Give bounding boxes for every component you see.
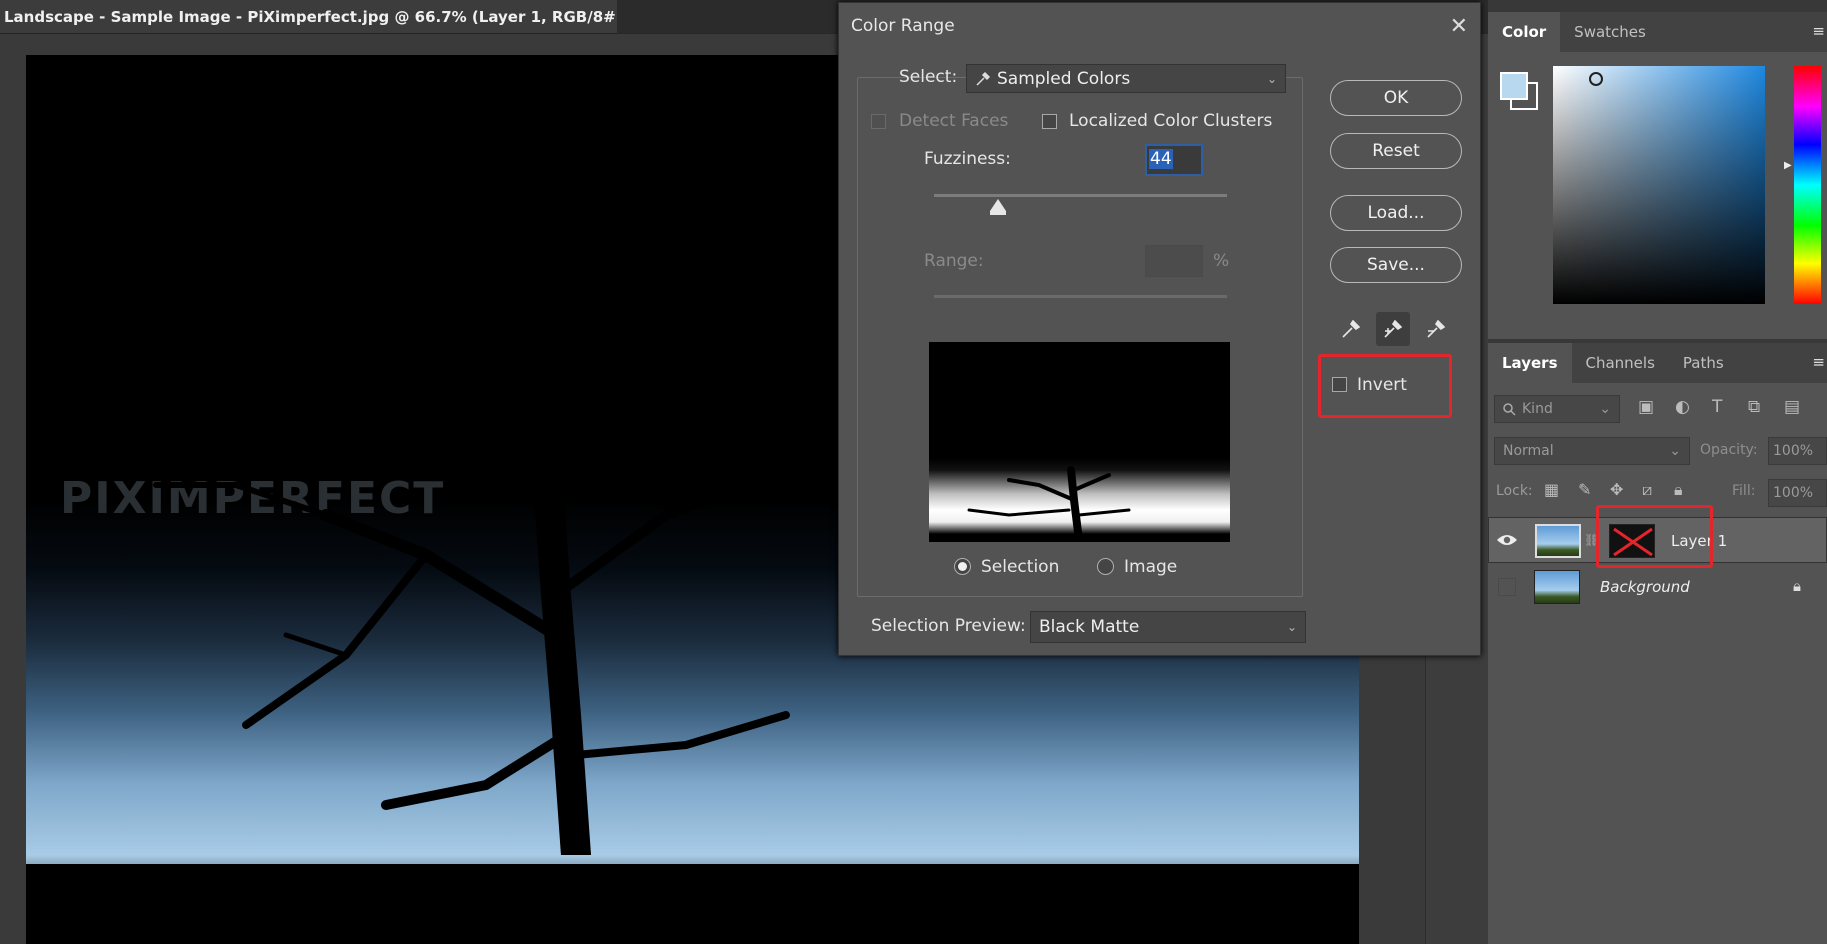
- detect-faces-checkbox[interactable]: [871, 114, 886, 129]
- color-panel-tabs: Color Swatches: [1488, 12, 1827, 52]
- document-tab-title: Landscape - Sample Image - PiXimperfect.…: [4, 7, 636, 26]
- load-button[interactable]: Load...: [1330, 195, 1462, 231]
- layer-filter-dropdown[interactable]: Kind ⌄: [1494, 395, 1620, 423]
- fuzziness-value: 44: [1149, 149, 1173, 169]
- fuzziness-input[interactable]: 44: [1145, 144, 1203, 176]
- background-layer-name[interactable]: Background: [1600, 578, 1690, 596]
- shape-filter-icon[interactable]: ⧉: [1748, 397, 1760, 417]
- sampled-eyedropper-icon: [976, 71, 991, 86]
- adjustment-filter-icon[interactable]: ◐: [1675, 397, 1690, 417]
- color-range-dialog: Color Range ✕ Select: Sampled Colors ⌄ D…: [838, 2, 1481, 656]
- invert-checkbox[interactable]: [1332, 377, 1347, 392]
- panel-top-strip: [1488, 0, 1827, 12]
- lock-artboard-icon[interactable]: ⧄: [1642, 480, 1652, 500]
- eyedropper-minus-icon[interactable]: [1419, 312, 1453, 346]
- color-panel-menu-icon[interactable]: ≡: [1812, 22, 1825, 40]
- selection-preview-label: Selection Preview:: [871, 616, 1026, 636]
- color-picker-field[interactable]: [1553, 66, 1765, 304]
- chevron-down-icon: ⌄: [1599, 401, 1611, 417]
- layer-row-background[interactable]: Background 🔒︎: [1488, 564, 1827, 610]
- image-radio-label: Image: [1124, 557, 1178, 577]
- pixel-filter-icon[interactable]: ▣: [1638, 397, 1654, 417]
- type-filter-icon[interactable]: T: [1712, 397, 1722, 417]
- ok-button[interactable]: OK: [1330, 80, 1462, 116]
- lock-transparent-icon[interactable]: ▦: [1544, 480, 1559, 499]
- layers-panel-tabs: Layers Channels Paths: [1488, 339, 1827, 383]
- layers-panel-menu-icon[interactable]: ≡: [1812, 353, 1825, 371]
- hue-slider-marker[interactable]: ▶: [1784, 160, 1792, 171]
- lock-icon: 🔒︎: [1793, 577, 1801, 595]
- right-panels: Color Swatches ≡ ▶ Layers Channels Paths…: [1488, 0, 1827, 944]
- eyedropper-icon[interactable]: [1334, 312, 1368, 346]
- tab-color[interactable]: Color: [1488, 12, 1561, 52]
- layer-filter-value: Kind: [1522, 401, 1553, 417]
- ground-silhouette: [26, 864, 1359, 944]
- color-picker-ring[interactable]: [1589, 72, 1603, 86]
- tab-paths[interactable]: Paths: [1669, 343, 1738, 383]
- detect-faces-label: Detect Faces: [899, 111, 1009, 131]
- eye-icon[interactable]: [1495, 530, 1519, 550]
- save-button[interactable]: Save...: [1330, 247, 1462, 283]
- eyedropper-plus-icon[interactable]: [1376, 312, 1410, 346]
- chevron-down-icon: ⌄: [1286, 620, 1297, 634]
- range-label: Range:: [924, 251, 984, 271]
- background-thumbnail[interactable]: [1534, 570, 1580, 604]
- visibility-toggle[interactable]: [1498, 578, 1516, 596]
- fill-input[interactable]: 100%: [1768, 479, 1827, 507]
- range-slider-track[interactable]: [934, 295, 1227, 298]
- localized-clusters-label: Localized Color Clusters: [1069, 111, 1273, 131]
- fill-label: Fill:: [1732, 483, 1756, 499]
- dialog-title-bar[interactable]: Color Range ✕: [839, 3, 1480, 49]
- lock-all-icon[interactable]: 🔒︎: [1674, 480, 1683, 500]
- dialog-title: Color Range: [851, 16, 955, 36]
- selection-radio[interactable]: [954, 558, 971, 575]
- reset-button[interactable]: Reset: [1330, 133, 1462, 169]
- fuzziness-slider-track[interactable]: [934, 194, 1227, 197]
- chevron-down-icon: ⌄: [1266, 71, 1277, 86]
- tab-layers[interactable]: Layers: [1488, 343, 1572, 383]
- chevron-down-icon: ⌄: [1669, 443, 1681, 459]
- select-label: Select:: [899, 67, 958, 87]
- selection-preview-image: [929, 342, 1230, 542]
- opacity-input[interactable]: 100%: [1768, 437, 1827, 465]
- hue-slider[interactable]: [1794, 66, 1821, 304]
- lock-label: Lock:: [1496, 483, 1533, 499]
- fuzziness-slider-thumb[interactable]: [990, 199, 1007, 215]
- mask-highlight-box: [1596, 505, 1713, 568]
- search-icon: [1503, 402, 1516, 416]
- lock-position-icon[interactable]: ✥: [1610, 480, 1623, 499]
- select-value: Sampled Colors: [997, 68, 1131, 89]
- lock-brush-icon[interactable]: ✎: [1578, 480, 1591, 499]
- fuzziness-label: Fuzziness:: [924, 149, 1011, 169]
- dialog-close-icon[interactable]: ✕: [1450, 14, 1468, 39]
- selection-preview-dropdown[interactable]: Black Matte ⌄: [1030, 611, 1306, 643]
- range-unit: %: [1213, 251, 1230, 271]
- localized-clusters-checkbox[interactable]: [1042, 114, 1057, 129]
- document-tab[interactable]: Landscape - Sample Image - PiXimperfect.…: [0, 0, 660, 34]
- selection-radio-label: Selection: [981, 557, 1060, 577]
- image-radio[interactable]: [1097, 558, 1114, 575]
- foreground-color-swatch[interactable]: [1500, 72, 1528, 100]
- smart-object-filter-icon[interactable]: ▤: [1784, 397, 1800, 417]
- select-dropdown[interactable]: Sampled Colors ⌄: [966, 64, 1286, 93]
- tab-channels[interactable]: Channels: [1572, 343, 1669, 383]
- opacity-label: Opacity:: [1700, 442, 1758, 458]
- selection-preview-value: Black Matte: [1039, 617, 1140, 637]
- blend-mode-dropdown[interactable]: Normal ⌄: [1494, 437, 1690, 465]
- invert-label: Invert: [1357, 375, 1407, 395]
- tree-silhouette: [153, 340, 790, 855]
- range-input[interactable]: [1145, 245, 1203, 277]
- tab-swatches[interactable]: Swatches: [1560, 12, 1660, 52]
- layer-1-thumbnail[interactable]: [1535, 524, 1581, 558]
- preview-tree-silhouette: [967, 466, 1131, 540]
- blend-mode-value: Normal: [1503, 443, 1554, 459]
